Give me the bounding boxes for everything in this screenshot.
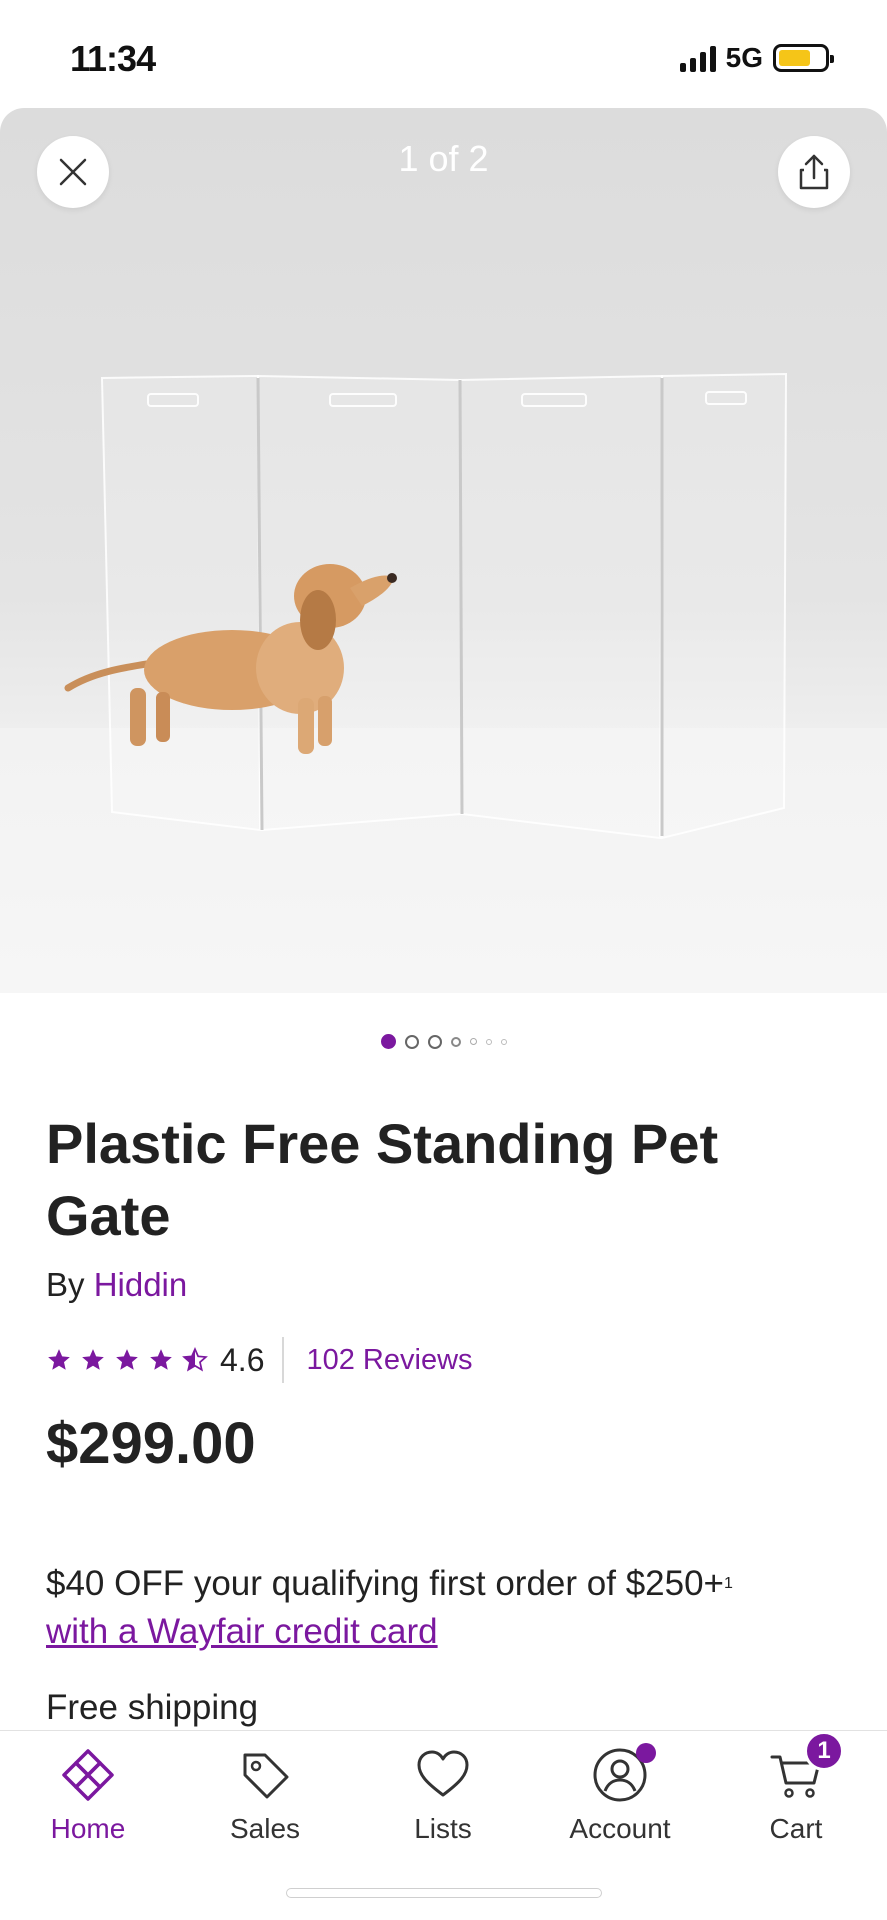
- nav-cart-label: Cart: [769, 1813, 823, 1844]
- nav-account[interactable]: Account: [540, 1743, 700, 1845]
- star-full-icon: [116, 1349, 138, 1370]
- acrylic-gate-panels: [100, 372, 788, 840]
- heart-icon: [417, 1750, 469, 1797]
- star-half-icon: [182, 1347, 208, 1372]
- product-price: $299.00: [46, 1411, 256, 1476]
- nav-sales-label: Sales: [229, 1813, 301, 1844]
- image-counter: 1 of 2: [398, 138, 489, 179]
- credit-card-link[interactable]: with a Wayfair credit card: [46, 1612, 438, 1651]
- product-photo: [64, 372, 788, 840]
- nav-lists[interactable]: Lists: [363, 1745, 523, 1845]
- network-type: 5G: [725, 42, 763, 73]
- shipping-info: Free shipping: [46, 1688, 259, 1727]
- battery-level: [779, 50, 810, 66]
- brand-link[interactable]: Hiddin: [94, 1266, 188, 1303]
- nav-sales[interactable]: Sales: [185, 1745, 345, 1845]
- brand-line: By Hiddin: [46, 1266, 187, 1304]
- promo-text: $40 OFF your qualifying first order of $…: [46, 1564, 724, 1603]
- carousel-dot[interactable]: [427, 1034, 442, 1049]
- star-full-icon: [82, 1349, 104, 1370]
- cart-count-badge: 1: [804, 1731, 844, 1771]
- cart-icon-wrap: 1: [766, 1731, 844, 1805]
- promo-footnote[interactable]: 1: [724, 1575, 733, 1592]
- rating-stars: [46, 1347, 208, 1373]
- tag-icon: [243, 1753, 289, 1799]
- carousel-dot[interactable]: [469, 1038, 477, 1045]
- home-indicator[interactable]: [286, 1888, 602, 1898]
- product-image-gallery[interactable]: 1 of 2: [0, 108, 887, 993]
- status-indicators: 5G: [679, 42, 834, 74]
- carousel-dot[interactable]: [485, 1038, 492, 1045]
- carousel-dot[interactable]: [404, 1034, 419, 1049]
- nav-account-label: Account: [569, 1813, 671, 1844]
- status-time: 11:34: [70, 38, 156, 79]
- reviews-link[interactable]: 102 Reviews: [306, 1344, 472, 1377]
- home-icon: [62, 1749, 114, 1801]
- by-label: By: [46, 1266, 85, 1303]
- carousel-dot[interactable]: [450, 1036, 461, 1047]
- nav-home[interactable]: Home: [8, 1745, 168, 1845]
- product-title: Plastic Free Standing Pet Gate: [46, 1112, 719, 1247]
- share-button[interactable]: [778, 136, 850, 208]
- nav-cart[interactable]: 1 Cart: [716, 1731, 876, 1845]
- star-full-icon: [48, 1349, 70, 1370]
- nav-home-label: Home: [50, 1813, 126, 1844]
- carousel-dot-active[interactable]: [380, 1034, 396, 1049]
- status-bar: 11:34 5G: [0, 0, 887, 108]
- carousel-dots[interactable]: [0, 1034, 887, 1049]
- account-icon-wrap: [590, 1743, 656, 1805]
- account-notification-dot: [636, 1743, 656, 1763]
- rating-divider: [282, 1337, 285, 1383]
- promo-offer: $40 OFF your qualifying first order of $…: [46, 1560, 866, 1656]
- rating-value: 4.6: [220, 1341, 265, 1378]
- nav-lists-label: Lists: [414, 1813, 472, 1844]
- battery-icon: [773, 44, 834, 72]
- share-icon: [799, 154, 829, 190]
- carousel-dot[interactable]: [500, 1038, 507, 1045]
- rating-row[interactable]: 4.6 102 Reviews: [46, 1336, 473, 1384]
- star-full-icon: [150, 1349, 172, 1370]
- signal-icon: [679, 44, 716, 72]
